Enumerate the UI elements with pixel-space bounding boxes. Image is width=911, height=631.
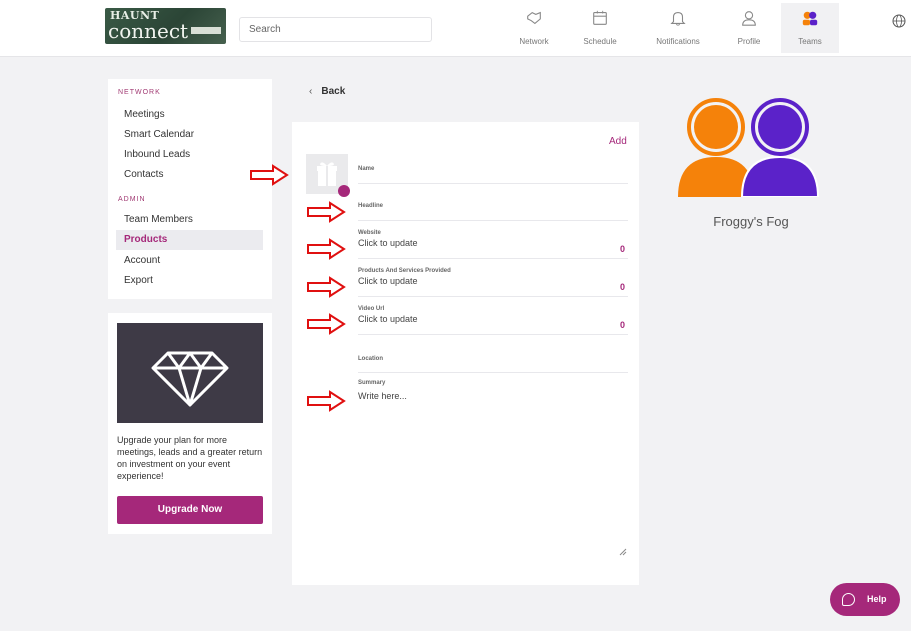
- haunt-connect-logo[interactable]: HAUNT connect: [105, 8, 226, 44]
- nav-schedule[interactable]: Schedule: [578, 3, 622, 53]
- add-button[interactable]: Add: [609, 136, 627, 147]
- headline-field[interactable]: Headline: [358, 203, 628, 221]
- nav-teams-label: Teams: [798, 37, 822, 46]
- summary-label: Summary: [358, 380, 386, 386]
- website-label: Website: [358, 230, 381, 236]
- logo-bar: [191, 27, 221, 34]
- back-link[interactable]: ‹ Back: [309, 86, 345, 97]
- search-input[interactable]: Search: [239, 17, 432, 42]
- sidebar-item-meetings[interactable]: Meetings: [116, 105, 263, 125]
- products-services-value: Click to update: [358, 276, 418, 286]
- annotation-arrow: [307, 313, 346, 335]
- location-label: Location: [358, 356, 383, 362]
- person-icon: [742, 11, 756, 26]
- calendar-icon: [593, 10, 607, 25]
- website-count: 0: [619, 244, 625, 254]
- logo-text-bottom: connect: [108, 19, 189, 43]
- video-url-field[interactable]: Video Url Click to update 0: [358, 306, 628, 335]
- upgrade-description: Upgrade your plan for more meetings, lea…: [117, 435, 263, 481]
- nav-schedule-label: Schedule: [583, 37, 617, 46]
- sidebar-item-inbound-leads[interactable]: Inbound Leads: [116, 145, 263, 165]
- annotation-arrow: [307, 276, 346, 298]
- summary-field[interactable]: Summary Write here...: [358, 380, 628, 560]
- nav-network-label: Network: [519, 37, 549, 46]
- upgrade-image: [117, 323, 263, 423]
- website-field[interactable]: Website Click to update 0: [358, 230, 628, 259]
- sidebar-menu: NETWORK Meetings Smart Calendar Inbound …: [108, 79, 272, 299]
- products-services-label: Products And Services Provided: [358, 268, 451, 274]
- globe-icon[interactable]: [892, 14, 906, 28]
- help-button[interactable]: Help: [830, 583, 900, 616]
- sidebar-item-contacts[interactable]: Contacts: [116, 165, 263, 185]
- products-services-count: 0: [619, 282, 625, 292]
- network-heading: NETWORK: [118, 89, 161, 96]
- upgrade-now-button[interactable]: Upgrade Now: [117, 496, 263, 524]
- location-field[interactable]: Location: [358, 356, 628, 373]
- video-url-count: 0: [619, 320, 625, 330]
- nav-notifications-label: Notifications: [656, 37, 700, 46]
- resize-handle-icon[interactable]: [619, 548, 627, 556]
- nav-profile-label: Profile: [737, 37, 761, 46]
- help-label: Help: [867, 594, 887, 604]
- product-form: Add Name Headline Website Click to updat…: [292, 122, 639, 585]
- summary-textarea[interactable]: Write here...: [358, 391, 628, 401]
- edit-image-icon[interactable]: [338, 185, 350, 197]
- annotation-arrow: [307, 238, 346, 260]
- annotation-arrow: [250, 164, 289, 186]
- video-url-label: Video Url: [358, 306, 385, 312]
- diamond-icon: [151, 351, 229, 407]
- top-bar: HAUNT connect Search Network Schedule No…: [0, 0, 911, 57]
- annotation-arrow: [307, 390, 346, 412]
- products-services-field[interactable]: Products And Services Provided Click to …: [358, 268, 628, 297]
- team-name: Froggy's Fog: [713, 214, 789, 229]
- nav-notifications[interactable]: Notifications: [651, 3, 705, 53]
- nav-profile[interactable]: Profile: [733, 3, 765, 53]
- sidebar-item-account[interactable]: Account: [116, 251, 263, 271]
- admin-heading: ADMIN: [118, 196, 146, 203]
- handshake-icon: [527, 11, 541, 25]
- chevron-left-icon: ‹: [309, 86, 313, 97]
- website-value: Click to update: [358, 238, 418, 248]
- name-label: Name: [358, 166, 375, 172]
- upgrade-card: Upgrade your plan for more meetings, lea…: [108, 313, 272, 534]
- bell-icon: [670, 12, 686, 26]
- team-avatar: [678, 98, 820, 197]
- annotation-arrow: [307, 201, 346, 223]
- sidebar-item-export[interactable]: Export: [116, 271, 263, 291]
- headline-label: Headline: [358, 203, 384, 209]
- team-icon: [802, 11, 818, 26]
- video-url-value: Click to update: [358, 314, 418, 324]
- nav-teams[interactable]: Teams: [781, 3, 839, 53]
- sidebar-item-products[interactable]: Products: [116, 230, 263, 250]
- back-label: Back: [321, 86, 346, 97]
- name-field[interactable]: Name: [358, 166, 628, 184]
- sidebar-item-smart-calendar[interactable]: Smart Calendar: [116, 125, 263, 145]
- nav-network[interactable]: Network: [514, 3, 554, 53]
- sidebar-item-team-members[interactable]: Team Members: [116, 210, 263, 230]
- chat-bubble-icon: [842, 593, 855, 606]
